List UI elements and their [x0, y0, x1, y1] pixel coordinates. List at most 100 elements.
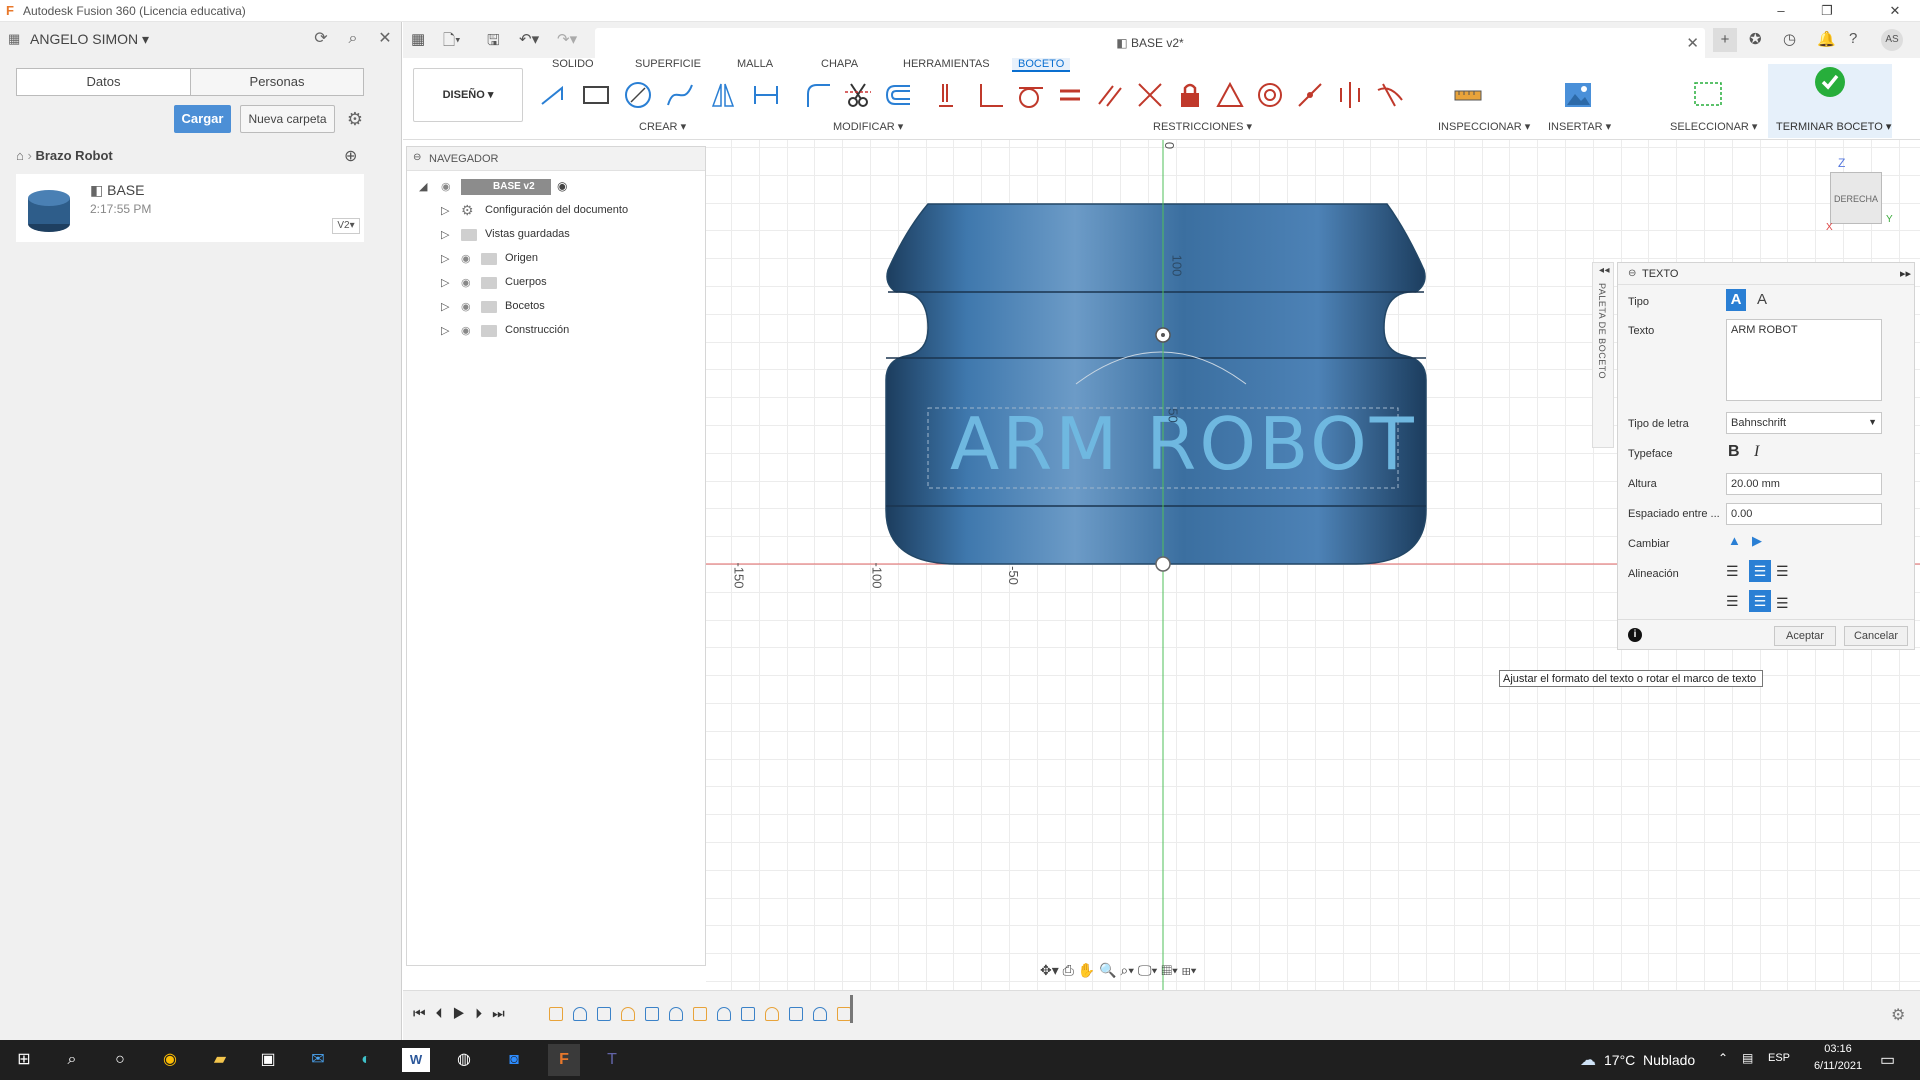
breadcrumb-project[interactable]: Brazo Robot: [35, 148, 112, 163]
sketch-text[interactable]: ARM ROBOT: [950, 402, 1417, 486]
height-input[interactable]: 20.00 mm: [1726, 473, 1882, 495]
close-tab-icon[interactable]: ✕: [1686, 34, 1699, 52]
align-bottom-icon[interactable]: ☰: [1776, 595, 1789, 612]
notifications-icon[interactable]: 🔔: [1817, 30, 1836, 48]
job-status-icon[interactable]: ◷: [1783, 30, 1796, 48]
data-panel-icon[interactable]: ▦: [411, 30, 425, 48]
search-icon[interactable]: ⌕: [58, 1048, 86, 1072]
timeline-feature-icon[interactable]: [669, 1007, 683, 1021]
tab-datos[interactable]: Datos: [17, 69, 190, 95]
save-icon[interactable]: 🖫: [487, 30, 500, 55]
expand-triangle-icon[interactable]: ▷: [441, 300, 453, 314]
perpendicular-constraint-icon[interactable]: [1135, 80, 1165, 110]
help-icon[interactable]: ?: [1849, 30, 1857, 47]
look-at-icon[interactable]: ⎙: [1063, 962, 1074, 978]
edge-icon[interactable]: ◐: [352, 1048, 380, 1072]
store-icon[interactable]: ▣: [254, 1048, 282, 1072]
trim-tool-icon[interactable]: [843, 80, 873, 110]
expand-triangle-icon[interactable]: ▷: [441, 324, 453, 338]
action-center-icon[interactable]: ▭: [1880, 1050, 1895, 1070]
timeline-feature-icon[interactable]: [741, 1007, 755, 1021]
viewcube[interactable]: Z DERECHA Y X: [1826, 156, 1912, 236]
restore-button[interactable]: ❐: [1804, 0, 1850, 22]
collapse-icon[interactable]: ⊖: [1628, 268, 1636, 279]
timeline-feature-icon[interactable]: [597, 1007, 611, 1021]
timeline-feature-icon[interactable]: [837, 1007, 851, 1021]
browser-node[interactable]: ▷ ◉ Construcción: [407, 319, 705, 343]
version-dropdown[interactable]: V2▾: [332, 218, 360, 234]
gear-icon[interactable]: ⚙: [344, 108, 366, 130]
browser-node[interactable]: ▷ ◉ Origen: [407, 247, 705, 271]
apps-grid-icon[interactable]: ▦: [8, 31, 20, 47]
orbit-icon[interactable]: ✥▾: [1040, 962, 1059, 978]
spline-tool-icon[interactable]: [665, 80, 695, 110]
text-content-input[interactable]: ARM ROBOT: [1726, 319, 1882, 401]
windows-start-icon[interactable]: ⊞: [10, 1048, 38, 1072]
measure-icon[interactable]: [1453, 80, 1483, 110]
new-tab-icon[interactable]: +: [1713, 28, 1737, 52]
text-type-path-button[interactable]: A: [1752, 289, 1772, 311]
flip-horizontal-icon[interactable]: ▶: [1752, 533, 1762, 549]
viewports-icon[interactable]: ⊞▾: [1182, 962, 1197, 978]
inspect-menu[interactable]: INSPECCIONAR ▾: [1438, 120, 1530, 133]
timeline-marker[interactable]: [850, 995, 853, 1023]
finish-sketch-button[interactable]: TERMINAR BOCETO ▾: [1768, 64, 1892, 138]
timeline-feature-icon[interactable]: [717, 1007, 731, 1021]
word-icon[interactable]: W: [402, 1048, 430, 1072]
select-box-icon[interactable]: [1693, 80, 1723, 110]
expand-triangle-icon[interactable]: ▷: [441, 276, 453, 290]
globe-icon[interactable]: ⊕: [344, 146, 357, 166]
redo-icon[interactable]: ↷▾: [557, 30, 577, 48]
zoom-app-icon[interactable]: ◙: [500, 1048, 528, 1072]
timeline-settings-icon[interactable]: ⚙: [1891, 1005, 1905, 1025]
italic-button[interactable]: I: [1754, 443, 1759, 461]
root-component[interactable]: BASE v2: [461, 179, 551, 195]
new-folder-button[interactable]: Nueva carpeta: [240, 105, 335, 133]
concentric-constraint-icon[interactable]: [1255, 80, 1285, 110]
user-menu[interactable]: ANGELO SIMON ▾: [30, 31, 149, 48]
browser-node[interactable]: ▷ ⚙ Configuración del documento: [407, 199, 705, 223]
coincident-constraint-icon[interactable]: [975, 80, 1005, 110]
display-settings-icon[interactable]: 🖵▾: [1138, 962, 1157, 978]
symmetry-constraint-icon[interactable]: [1335, 80, 1365, 110]
viewcube-face[interactable]: DERECHA: [1830, 172, 1882, 224]
clock-time[interactable]: 03:16: [1808, 1043, 1868, 1055]
expand-icon[interactable]: ◢: [419, 180, 427, 193]
mail-icon[interactable]: ✉: [304, 1048, 332, 1072]
extensions-icon[interactable]: ✪: [1749, 30, 1762, 48]
tab-boceto[interactable]: BOCETO: [1012, 58, 1071, 72]
tab-solido[interactable]: SOLIDO: [552, 58, 594, 70]
line-tool-icon[interactable]: [538, 80, 568, 110]
undo-icon[interactable]: ↶▾: [519, 30, 539, 48]
expand-icon[interactable]: ▸▸: [1900, 267, 1911, 280]
chevron-up-icon[interactable]: ⌃: [1718, 1051, 1728, 1065]
fix-constraint-icon[interactable]: [935, 80, 965, 110]
navigator-header[interactable]: ⊖ NAVEGADOR: [407, 147, 705, 171]
expand-triangle-icon[interactable]: ▷: [441, 252, 453, 266]
parallel-constraint-icon[interactable]: [1095, 80, 1125, 110]
expand-triangle-icon[interactable]: ▷: [441, 228, 453, 242]
lock-constraint-icon[interactable]: [1175, 80, 1205, 110]
spacing-input[interactable]: 0.00: [1726, 503, 1882, 525]
language-indicator[interactable]: ESP: [1768, 1052, 1790, 1064]
modify-menu[interactable]: MODIFICAR ▾: [833, 120, 903, 133]
activate-icon[interactable]: ◉: [557, 179, 567, 193]
browser-root[interactable]: ◢ ◉ BASE v2 ◉: [407, 175, 705, 199]
file-card[interactable]: ◧ BASE 2:17:55 PM V2▾: [16, 174, 364, 242]
home-icon[interactable]: ⌂: [16, 148, 24, 163]
timeline-feature-icon[interactable]: [645, 1007, 659, 1021]
insert-menu[interactable]: INSERTAR ▾: [1548, 120, 1611, 133]
file-explorer-icon[interactable]: ▰: [206, 1048, 234, 1072]
timeline-feature-icon[interactable]: [693, 1007, 707, 1021]
eye-icon[interactable]: ◉: [461, 252, 471, 265]
tab-malla[interactable]: MALLA: [737, 58, 773, 70]
offset-tool-icon[interactable]: [883, 80, 913, 110]
go-to-end-icon[interactable]: ⏭: [492, 1005, 515, 1021]
refresh-icon[interactable]: ⟳: [312, 30, 330, 48]
collinear-constraint-icon[interactable]: [1295, 80, 1325, 110]
tab-chapa[interactable]: CHAPA: [821, 58, 858, 70]
zoom-icon[interactable]: 🔍: [1099, 962, 1116, 978]
eye-icon[interactable]: ◉: [461, 300, 471, 313]
align-middle-icon[interactable]: ☰: [1749, 590, 1771, 612]
align-left-icon[interactable]: ☰: [1726, 563, 1739, 580]
